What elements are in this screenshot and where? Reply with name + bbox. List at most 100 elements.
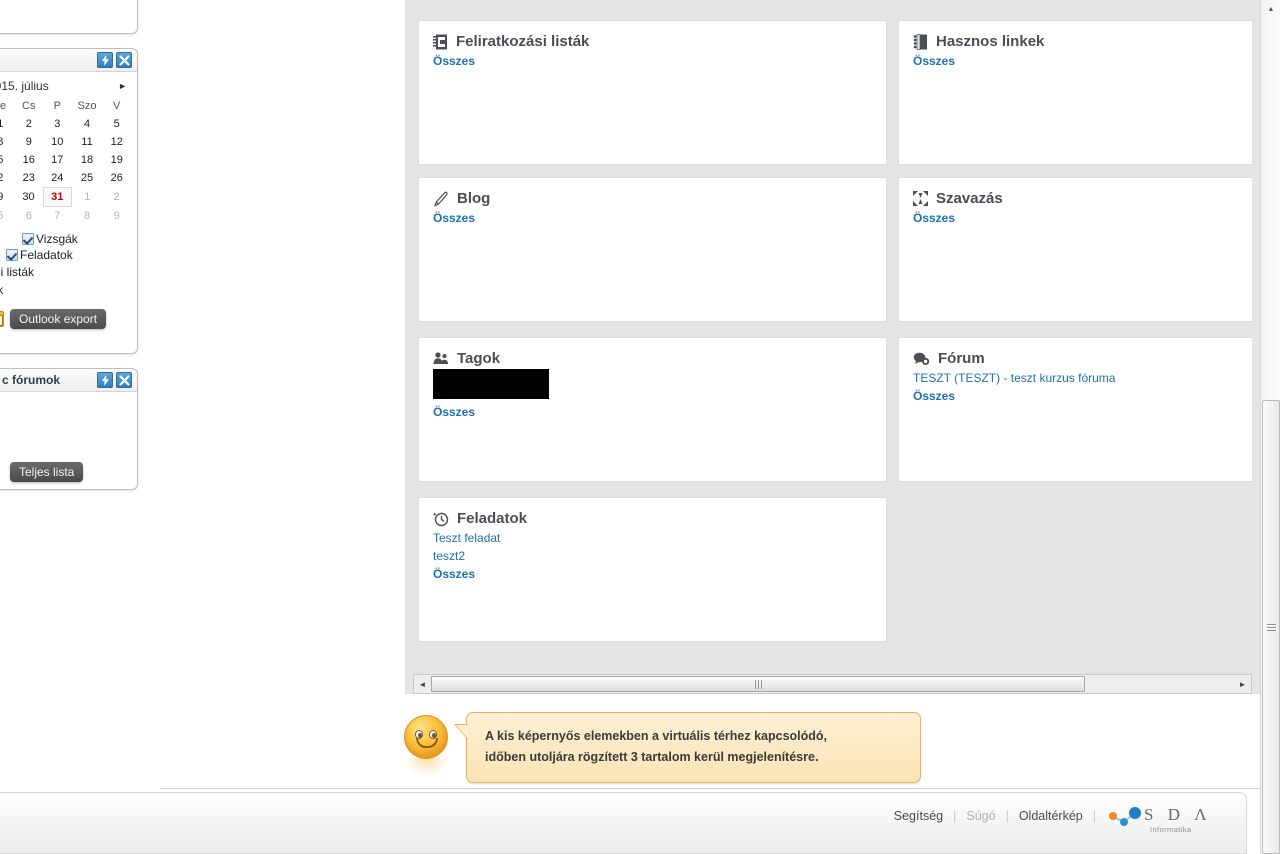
calendar-table: zeCsPSzoV 123458910111251617181922324252…: [0, 99, 131, 225]
calendar-day[interactable]: 12: [102, 133, 131, 151]
calendar-panel-header: [0, 49, 137, 72]
calendar-day[interactable]: 30: [15, 188, 44, 207]
card-title-text: Feliratkozási listák: [456, 33, 590, 50]
calendar-filter-option[interactable]: Vizsgák: [0, 231, 129, 247]
calendar-week-row: 12345: [0, 115, 131, 133]
card-inner: Tagok Összes: [419, 338, 886, 433]
refresh-icon[interactable]: [97, 52, 113, 68]
calendar-panel-header-buttons: [97, 52, 132, 68]
card-link-all[interactable]: Összes: [433, 52, 872, 70]
refresh-icon[interactable]: [97, 372, 113, 388]
card-szavazas: Szavazás Összes: [898, 177, 1252, 322]
card-title-text: Hasznos linkek: [936, 33, 1045, 50]
calendar-clipped-row[interactable]: iók: [0, 281, 131, 299]
card-title-text: Tagok: [457, 350, 501, 367]
card-link-all[interactable]: Összes: [913, 209, 1252, 227]
vertical-scrollbar[interactable]: ▲: [1260, 0, 1280, 854]
card-title: Tagok: [433, 350, 872, 367]
card-link-item[interactable]: Teszt feladat: [433, 529, 872, 547]
card-link-all[interactable]: Összes: [433, 209, 872, 227]
scroll-right-arrow-icon[interactable]: ►: [1234, 675, 1251, 693]
users-icon: [433, 351, 449, 366]
vertical-scroll-thumb[interactable]: [1262, 400, 1280, 854]
scroll-up-arrow-icon[interactable]: ▲: [1261, 2, 1280, 16]
hint-line-2: időben utoljára rögzített 3 tartalom ker…: [485, 750, 819, 764]
card-inner: Feliratkozási listák Összes: [419, 21, 886, 82]
calendar-day[interactable]: 5: [0, 207, 15, 226]
smiley-face-icon: [404, 715, 448, 759]
calendar-day-today[interactable]: 31: [42, 187, 73, 207]
calendar-day[interactable]: 2: [102, 188, 131, 207]
calendar-filter-options: VizsgákkFeladatok: [0, 225, 131, 263]
pencil-icon: [433, 191, 449, 207]
close-icon[interactable]: [116, 372, 132, 388]
card-link-item[interactable]: TESZT (TESZT) - teszt kurzus fóruma: [913, 369, 1252, 387]
horizontal-scroll-track[interactable]: [431, 675, 1234, 693]
sda-logo-text: S D Λ: [1144, 805, 1212, 824]
calendar-panel: 2015. július ► zeCsPSzoV 123458910111251…: [0, 48, 138, 354]
calendar-day[interactable]: 5: [0, 151, 15, 169]
calendar-day[interactable]: 17: [43, 151, 72, 169]
clock-back-icon: [433, 511, 449, 527]
calendar-day[interactable]: 26: [102, 169, 131, 188]
outlook-export-row[interactable]: Outlook export: [0, 309, 131, 329]
calendar-day[interactable]: 19: [102, 151, 131, 169]
calendar-day[interactable]: 18: [72, 151, 103, 169]
calendar-filter-option[interactable]: kFeladatok: [0, 247, 129, 263]
calendar-day[interactable]: 23: [15, 169, 44, 188]
checkbox-icon[interactable]: [6, 249, 18, 261]
calendar-clipped-row[interactable]: ási listák: [0, 263, 131, 281]
horizontal-scrollbar[interactable]: ◄ ►: [413, 674, 1252, 694]
checkbox-icon[interactable]: [22, 233, 34, 245]
close-icon[interactable]: [116, 52, 132, 68]
calendar-day[interactable]: 2: [15, 115, 44, 133]
card-link-all[interactable]: Összes: [433, 565, 872, 583]
sda-dots-icon: [1109, 807, 1141, 826]
calendar-day[interactable]: 8: [0, 133, 15, 151]
calendar-day[interactable]: 3: [43, 115, 72, 133]
footer-link-3[interactable]: Oldaltérkép: [1009, 809, 1093, 823]
calendar-next-month-arrow[interactable]: ►: [118, 81, 129, 91]
card-title: Hasznos linkek: [913, 33, 1252, 50]
hint-line-1: A kis képernyős elemekben a virtuális té…: [485, 729, 828, 743]
calendar-day[interactable]: 5: [102, 115, 131, 133]
calendar-week-row: 8 9 10 11 12: [0, 133, 131, 151]
footer-link-2[interactable]: Súgó: [956, 809, 1005, 823]
calendar-day[interactable]: 9: [0, 188, 15, 207]
scroll-left-arrow-icon[interactable]: ◄: [414, 675, 431, 693]
calendar-day[interactable]: 11: [72, 133, 103, 151]
calendar-day[interactable]: 6: [15, 207, 44, 226]
calendar-day[interactable]: 9: [102, 207, 131, 226]
outlook-export-icon[interactable]: [0, 311, 4, 327]
horizontal-scroll-thumb[interactable]: [431, 676, 1085, 692]
calendar-day[interactable]: 1: [0, 115, 15, 133]
card-title-text: Szavazás: [936, 190, 1003, 207]
dashboard-card-grid: Feliratkozási listák Összes Hasznos linkek…: [413, 0, 1252, 666]
calendar-day[interactable]: 24: [43, 169, 72, 188]
card-title-text: Feladatok: [457, 510, 528, 527]
sidebar-panel-stub: [0, 0, 138, 34]
card-inner: Feladatok Teszt feladat teszt2 Összes: [419, 498, 886, 595]
calendar-day[interactable]: 16: [15, 151, 44, 169]
card-link-item[interactable]: teszt2: [433, 547, 872, 565]
calendar-day[interactable]: 9: [15, 133, 44, 151]
card-title-text: Blog: [457, 190, 491, 207]
notebook-icon: [913, 33, 928, 50]
footer-link-1[interactable]: Segítség: [884, 809, 953, 823]
calendar-day[interactable]: 10: [43, 133, 72, 151]
calendar-day[interactable]: 7: [43, 207, 72, 226]
calendar-day[interactable]: 1: [72, 188, 103, 207]
card-inner: Szavazás Összes: [899, 178, 1252, 239]
calendar-day[interactable]: 8: [72, 207, 103, 226]
card-blog: Blog Összes: [418, 177, 887, 322]
calendar-day[interactable]: 25: [72, 169, 103, 188]
address-book-icon: [433, 34, 448, 50]
card-link-all[interactable]: Összes: [913, 387, 1252, 405]
calendar-option-label: Vizsgák: [36, 232, 78, 246]
card-link-all[interactable]: Összes: [433, 403, 872, 421]
calendar-weekday-1: Cs: [22, 100, 36, 112]
calendar-day[interactable]: 4: [72, 115, 103, 133]
calendar-day[interactable]: 2: [0, 169, 15, 188]
card-inner: Fórum TESZT (TESZT) - teszt kurzus fóruma…: [899, 338, 1252, 417]
card-link-all[interactable]: Összes: [913, 52, 1252, 70]
